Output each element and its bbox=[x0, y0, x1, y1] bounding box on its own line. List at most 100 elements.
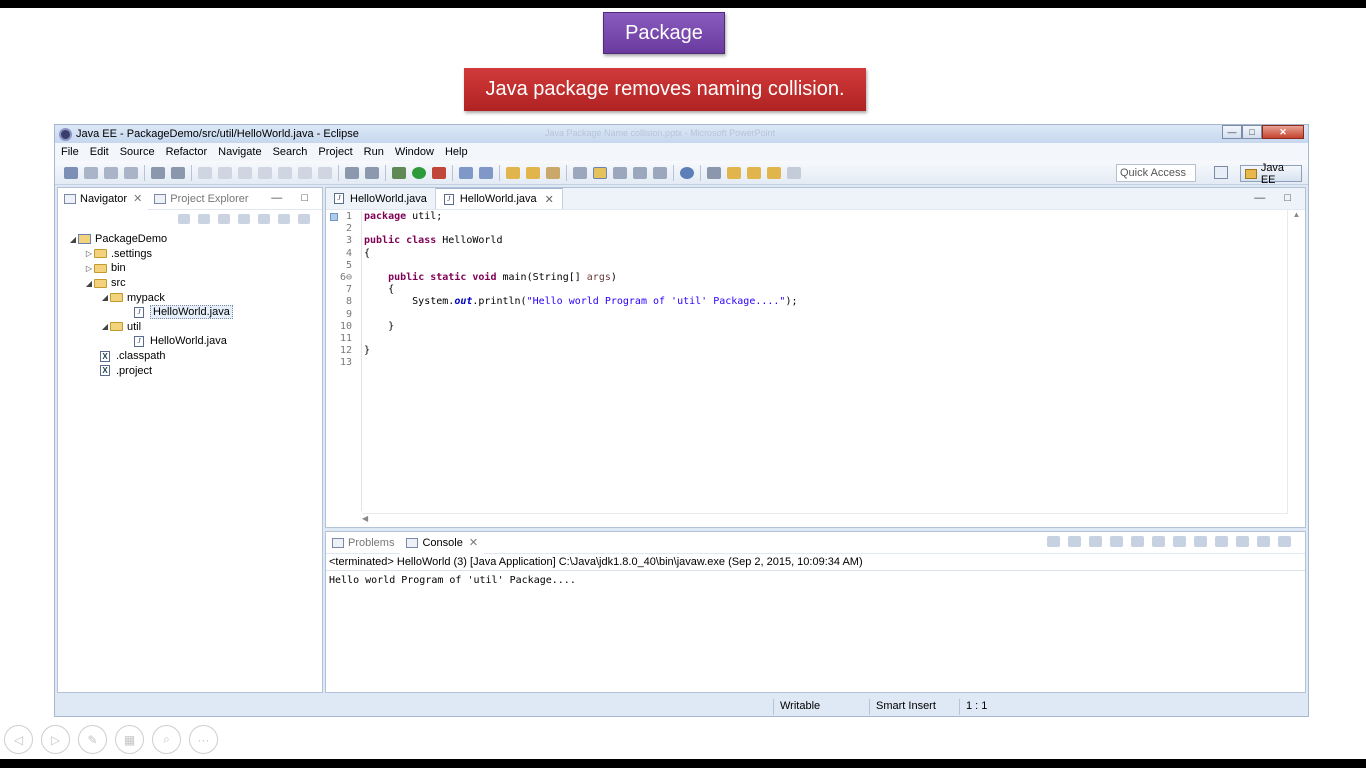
perspective-java-ee-button[interactable]: Java EE bbox=[1240, 162, 1302, 186]
close-button[interactable]: ✕ bbox=[1262, 125, 1304, 139]
globe-icon[interactable] bbox=[680, 166, 694, 179]
show-on-error-icon[interactable] bbox=[1173, 536, 1186, 547]
skip-breakpoints-icon[interactable] bbox=[171, 166, 185, 179]
step-into-icon[interactable] bbox=[278, 166, 292, 179]
new-java-project-icon[interactable] bbox=[459, 166, 473, 179]
minimize-button[interactable]: — bbox=[1222, 125, 1242, 139]
terminate-icon[interactable] bbox=[238, 166, 252, 179]
suspend-icon[interactable] bbox=[218, 166, 232, 179]
console-output[interactable]: Hello world Program of 'util' Package...… bbox=[326, 570, 1305, 680]
scroll-lock-icon[interactable] bbox=[1131, 536, 1144, 547]
close-icon[interactable]: ✕ bbox=[469, 536, 478, 549]
clear-console-icon[interactable] bbox=[1110, 536, 1123, 547]
link-editor-icon[interactable] bbox=[258, 214, 270, 224]
expand-toggle-icon[interactable]: ◢ bbox=[84, 279, 94, 288]
tree-item[interactable]: ◢ mypack bbox=[58, 290, 322, 305]
remove-all-icon[interactable] bbox=[1089, 536, 1102, 547]
editor-vertical-scrollbar[interactable]: ▲ bbox=[1287, 210, 1305, 513]
menu-file[interactable]: File bbox=[55, 146, 84, 158]
block-selection-icon[interactable] bbox=[613, 166, 627, 179]
view-menu-icon[interactable] bbox=[298, 214, 310, 224]
new-icon[interactable] bbox=[64, 166, 78, 179]
menu-project[interactable]: Project bbox=[312, 146, 357, 158]
new-package-icon[interactable] bbox=[479, 166, 493, 179]
pilcrow-icon[interactable] bbox=[653, 166, 667, 179]
menu-help[interactable]: Help bbox=[439, 146, 473, 158]
tree-item[interactable]: X .classpath bbox=[58, 349, 322, 364]
open-console-icon[interactable] bbox=[1236, 536, 1249, 547]
forward-icon[interactable] bbox=[787, 166, 801, 179]
menu-navigate[interactable]: Navigate bbox=[212, 146, 266, 158]
expand-toggle-icon[interactable]: ▷ bbox=[84, 264, 94, 273]
expand-toggle-icon[interactable]: ◢ bbox=[100, 293, 110, 302]
editor-horizontal-scrollbar[interactable]: ◀ bbox=[362, 513, 1288, 527]
menu-window[interactable]: Window bbox=[389, 146, 439, 158]
quick-access-input[interactable]: Quick Access bbox=[1116, 164, 1196, 182]
tab-problems[interactable]: Problems bbox=[326, 532, 400, 554]
save-icon[interactable] bbox=[84, 166, 98, 179]
toggle-highlight-icon[interactable] bbox=[593, 166, 607, 179]
zoom-button[interactable]: ⌕ bbox=[152, 725, 181, 754]
close-icon[interactable]: ✕ bbox=[545, 193, 554, 206]
resume-icon[interactable] bbox=[198, 166, 212, 179]
see-all-slides-button[interactable]: ▦ bbox=[115, 725, 144, 754]
display-console-icon[interactable] bbox=[1215, 536, 1228, 547]
pin-icon[interactable] bbox=[747, 166, 761, 179]
show-whitespace-icon[interactable] bbox=[633, 166, 647, 179]
tab-editor-helloworld-mypack[interactable]: J HelloWorld.java bbox=[326, 188, 436, 209]
menu-edit[interactable]: Edit bbox=[84, 146, 114, 158]
print-icon[interactable] bbox=[124, 166, 138, 179]
show-on-output-icon[interactable] bbox=[1152, 536, 1165, 547]
tree-item[interactable]: ◢ src bbox=[58, 276, 322, 291]
expand-toggle-icon[interactable]: ▷ bbox=[84, 249, 94, 258]
terminate-icon[interactable] bbox=[1047, 536, 1060, 547]
panel-min-max-icons[interactable]: — □ bbox=[271, 192, 316, 204]
tree-item[interactable]: J HelloWorld.java bbox=[58, 334, 322, 349]
code-area[interactable]: 1 package util; 2 3 public class HelloWorl… bbox=[326, 211, 1286, 511]
menu-search[interactable]: Search bbox=[267, 146, 313, 158]
collapse-all-icon[interactable] bbox=[238, 214, 250, 224]
menu-source[interactable]: Source bbox=[114, 146, 160, 158]
maximize-icon[interactable] bbox=[1278, 536, 1291, 547]
run-icon[interactable] bbox=[412, 166, 426, 179]
search-tool-icon[interactable] bbox=[546, 166, 560, 179]
tree-item[interactable]: ▷ bin bbox=[58, 261, 322, 276]
tree-item[interactable]: X .project bbox=[58, 363, 322, 378]
tab-editor-helloworld-util[interactable]: J HelloWorld.java ✕ bbox=[435, 188, 563, 209]
open-task-icon[interactable] bbox=[526, 166, 540, 179]
step-over-icon[interactable] bbox=[298, 166, 312, 179]
minimize-icon[interactable] bbox=[1257, 536, 1270, 547]
next-slide-button[interactable]: ▷ bbox=[41, 725, 70, 754]
back-icon[interactable] bbox=[767, 166, 781, 179]
panel-min-max-icons[interactable]: — □ bbox=[1254, 192, 1299, 204]
more-options-button[interactable]: ··· bbox=[189, 725, 218, 754]
expand-toggle-icon[interactable]: ◢ bbox=[100, 322, 110, 331]
save-all-icon[interactable] bbox=[104, 166, 118, 179]
new-server-icon[interactable] bbox=[345, 166, 359, 179]
next-annotation-icon[interactable] bbox=[707, 166, 721, 179]
tree-item[interactable]: ▷ .settings bbox=[58, 247, 322, 262]
filter-icon[interactable] bbox=[278, 214, 290, 224]
menu-refactor[interactable]: Refactor bbox=[160, 146, 213, 158]
forward-arrow-icon[interactable] bbox=[198, 214, 210, 224]
open-folder-icon[interactable] bbox=[506, 166, 520, 179]
tab-project-explorer[interactable]: Project Explorer bbox=[148, 188, 254, 210]
previous-slide-button[interactable]: ◁ bbox=[4, 725, 33, 754]
external-tools-icon[interactable] bbox=[432, 166, 446, 179]
step-return-icon[interactable] bbox=[318, 166, 332, 179]
prev-annotation-icon[interactable] bbox=[727, 166, 741, 179]
maximize-button[interactable]: □ bbox=[1242, 125, 1262, 139]
open-perspective-icon[interactable] bbox=[1214, 166, 1228, 179]
tree-item[interactable]: ◢ util bbox=[58, 320, 322, 335]
disconnect-icon[interactable] bbox=[258, 166, 272, 179]
tab-navigator[interactable]: Navigator ✕ bbox=[58, 187, 149, 210]
remove-launch-icon[interactable] bbox=[1068, 536, 1081, 547]
tree-item[interactable]: ◢ PackageDemo bbox=[58, 232, 322, 247]
publish-icon[interactable] bbox=[365, 166, 379, 179]
pin-console-icon[interactable] bbox=[1194, 536, 1207, 547]
up-icon[interactable] bbox=[218, 214, 230, 224]
pen-tool-button[interactable]: ✎ bbox=[78, 725, 107, 754]
expand-toggle-icon[interactable]: ◢ bbox=[68, 235, 78, 244]
toggle-mark-icon[interactable] bbox=[573, 166, 587, 179]
menu-run[interactable]: Run bbox=[358, 146, 389, 158]
